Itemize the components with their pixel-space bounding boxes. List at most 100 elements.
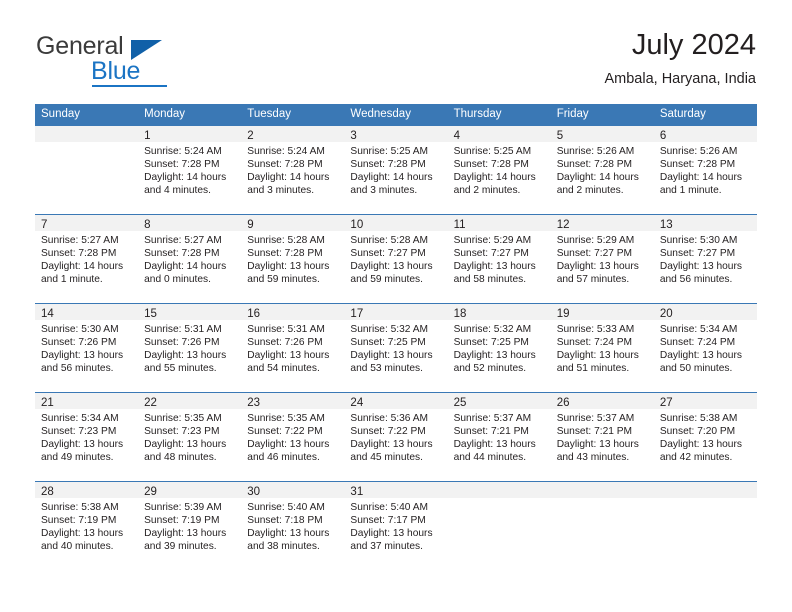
daylight-text-line1: Daylight: 14 hours — [453, 171, 536, 183]
day-cell[interactable]: 7 Sunrise: 5:27 AM Sunset: 7:28 PM Dayli… — [35, 215, 139, 303]
sunrise-text: Sunrise: 5:32 AM — [453, 324, 532, 335]
daylight-text-line2: and 3 minutes. — [247, 184, 315, 196]
daylight-text-line1: Daylight: 13 hours — [41, 349, 124, 361]
day-cell[interactable]: 30 Sunrise: 5:40 AM Sunset: 7:18 PM Dayl… — [241, 482, 345, 570]
day-cell[interactable]: 26 Sunrise: 5:37 AM Sunset: 7:21 PM Dayl… — [550, 393, 654, 481]
daylight-text-line2: and 54 minutes. — [247, 362, 320, 374]
day-cell[interactable]: 13 Sunrise: 5:30 AM Sunset: 7:27 PM Dayl… — [653, 215, 757, 303]
daylight-text-line2: and 43 minutes. — [556, 451, 630, 463]
day-cell[interactable]: 20 Sunrise: 5:34 AM Sunset: 7:24 PM Dayl… — [653, 304, 757, 392]
day-number-band: 10 — [344, 215, 448, 231]
day-number-band — [653, 482, 757, 498]
day-cell[interactable]: 23 Sunrise: 5:35 AM Sunset: 7:22 PM Dayl… — [241, 393, 345, 481]
daylight-text-line1: Daylight: 13 hours — [556, 260, 639, 272]
day-number: 14 — [41, 308, 54, 320]
day-details: Sunrise: 5:28 AM Sunset: 7:28 PM Dayligh… — [241, 231, 344, 287]
sunrise-text: Sunrise: 5:37 AM — [453, 413, 532, 424]
logo-text-blue: Blue — [91, 57, 141, 85]
day-details: Sunrise: 5:25 AM Sunset: 7:28 PM Dayligh… — [448, 142, 551, 198]
daylight-text-line2: and 2 minutes. — [453, 184, 521, 196]
day-number: 16 — [247, 308, 261, 320]
day-cell[interactable]: 12 Sunrise: 5:29 AM Sunset: 7:27 PM Dayl… — [550, 215, 654, 303]
daylight-text-line2: and 59 minutes. — [247, 273, 320, 285]
day-cell[interactable]: 5 Sunrise: 5:26 AM Sunset: 7:28 PM Dayli… — [550, 126, 654, 214]
daylight-text-line1: Daylight: 13 hours — [247, 527, 330, 539]
day-details: Sunrise: 5:35 AM Sunset: 7:23 PM Dayligh… — [138, 409, 241, 465]
sunrise-text: Sunrise: 5:25 AM — [350, 146, 429, 157]
day-cell[interactable]: 21 Sunrise: 5:34 AM Sunset: 7:23 PM Dayl… — [35, 393, 139, 481]
daylight-text-line2: and 53 minutes. — [350, 362, 423, 374]
day-cell[interactable]: 14 Sunrise: 5:30 AM Sunset: 7:26 PM Dayl… — [35, 304, 139, 392]
week-row: 1 Sunrise: 5:24 AM Sunset: 7:28 PM Dayli… — [35, 125, 757, 214]
page-header: General Blue July 2024 Ambala, Haryana, … — [0, 0, 792, 103]
day-cell[interactable]: 22 Sunrise: 5:35 AM Sunset: 7:23 PM Dayl… — [138, 393, 242, 481]
day-details: Sunrise: 5:40 AM Sunset: 7:17 PM Dayligh… — [344, 498, 447, 554]
sunrise-text: Sunrise: 5:26 AM — [659, 146, 738, 157]
day-cell[interactable]: 25 Sunrise: 5:37 AM Sunset: 7:21 PM Dayl… — [447, 393, 551, 481]
day-cell[interactable]: 16 Sunrise: 5:31 AM Sunset: 7:26 PM Dayl… — [241, 304, 345, 392]
day-number-band: 22 — [138, 393, 242, 409]
day-cell[interactable]: 18 Sunrise: 5:32 AM Sunset: 7:25 PM Dayl… — [447, 304, 551, 392]
day-number: 30 — [247, 486, 261, 498]
day-cell[interactable]: 27 Sunrise: 5:38 AM Sunset: 7:20 PM Dayl… — [653, 393, 757, 481]
daylight-text-line1: Daylight: 13 hours — [453, 349, 536, 361]
day-number-band: 9 — [241, 215, 345, 231]
title-block: July 2024 Ambala, Haryana, India — [604, 28, 756, 88]
day-cell[interactable]: 1 Sunrise: 5:24 AM Sunset: 7:28 PM Dayli… — [138, 126, 242, 214]
day-cell[interactable]: 19 Sunrise: 5:33 AM Sunset: 7:24 PM Dayl… — [550, 304, 654, 392]
page-title: July 2024 — [631, 29, 756, 61]
day-cell[interactable]: 4 Sunrise: 5:25 AM Sunset: 7:28 PM Dayli… — [447, 126, 551, 214]
day-number-band: 31 — [344, 482, 448, 498]
day-cell[interactable]: 6 Sunrise: 5:26 AM Sunset: 7:28 PM Dayli… — [653, 126, 757, 214]
sunset-text: Sunset: 7:25 PM — [350, 336, 426, 348]
day-cell[interactable]: 17 Sunrise: 5:32 AM Sunset: 7:25 PM Dayl… — [344, 304, 448, 392]
day-number-band: 20 — [653, 304, 757, 320]
daylight-text-line1: Daylight: 13 hours — [350, 438, 433, 450]
day-details: Sunrise: 5:33 AM Sunset: 7:24 PM Dayligh… — [551, 320, 654, 376]
daylight-text-line1: Daylight: 13 hours — [144, 349, 227, 361]
daylight-text-line1: Daylight: 14 hours — [247, 171, 330, 183]
daylight-text-line2: and 56 minutes. — [659, 273, 733, 285]
daylight-text-line2: and 37 minutes. — [350, 540, 423, 552]
day-number: 8 — [144, 219, 151, 231]
day-number-band: 24 — [344, 393, 448, 409]
day-number-band: 18 — [447, 304, 551, 320]
day-details: Sunrise: 5:37 AM Sunset: 7:21 PM Dayligh… — [551, 409, 654, 465]
day-cell[interactable]: 24 Sunrise: 5:36 AM Sunset: 7:22 PM Dayl… — [344, 393, 448, 481]
sunrise-text: Sunrise: 5:32 AM — [350, 324, 429, 335]
day-cell[interactable]: 10 Sunrise: 5:28 AM Sunset: 7:27 PM Dayl… — [344, 215, 448, 303]
day-number-band — [447, 482, 551, 498]
day-cell[interactable]: 2 Sunrise: 5:24 AM Sunset: 7:28 PM Dayli… — [241, 126, 345, 214]
daylight-text-line1: Daylight: 13 hours — [350, 527, 433, 539]
day-cell[interactable]: 3 Sunrise: 5:25 AM Sunset: 7:28 PM Dayli… — [344, 126, 448, 214]
calendar-page: General Blue July 2024 Ambala, Haryana, … — [0, 0, 792, 612]
day-cell[interactable]: 8 Sunrise: 5:27 AM Sunset: 7:28 PM Dayli… — [138, 215, 242, 303]
day-cell[interactable]: 29 Sunrise: 5:39 AM Sunset: 7:19 PM Dayl… — [138, 482, 242, 570]
day-cell[interactable] — [550, 482, 654, 570]
daylight-text-line2: and 38 minutes. — [247, 540, 320, 552]
daylight-text-line2: and 46 minutes. — [247, 451, 320, 463]
sunset-text: Sunset: 7:24 PM — [556, 336, 633, 348]
day-cell[interactable]: 11 Sunrise: 5:29 AM Sunset: 7:27 PM Dayl… — [447, 215, 551, 303]
weekday-saturday: Saturday — [659, 108, 706, 120]
day-cell[interactable]: 28 Sunrise: 5:38 AM Sunset: 7:19 PM Dayl… — [35, 482, 139, 570]
day-cell[interactable] — [447, 482, 551, 570]
day-details: Sunrise: 5:34 AM Sunset: 7:23 PM Dayligh… — [35, 409, 138, 465]
daylight-text-line1: Daylight: 13 hours — [659, 260, 742, 272]
daylight-text-line2: and 3 minutes. — [350, 184, 418, 196]
sunset-text: Sunset: 7:22 PM — [350, 425, 426, 437]
daylight-text-line1: Daylight: 13 hours — [41, 438, 124, 450]
calendar-grid: Sunday Monday Tuesday Wednesday Thursday… — [35, 104, 757, 570]
day-cell[interactable]: 15 Sunrise: 5:31 AM Sunset: 7:26 PM Dayl… — [138, 304, 242, 392]
daylight-text-line1: Daylight: 14 hours — [659, 171, 742, 183]
day-number-band: 26 — [550, 393, 654, 409]
day-cell[interactable]: 31 Sunrise: 5:40 AM Sunset: 7:17 PM Dayl… — [344, 482, 448, 570]
day-number-band: 7 — [35, 215, 139, 231]
day-cell[interactable] — [653, 482, 757, 570]
day-cell[interactable]: 9 Sunrise: 5:28 AM Sunset: 7:28 PM Dayli… — [241, 215, 345, 303]
sunset-text: Sunset: 7:21 PM — [556, 425, 633, 437]
day-number-band: 25 — [447, 393, 551, 409]
day-cell[interactable] — [35, 126, 139, 214]
day-number-band: 5 — [550, 126, 654, 142]
day-details: Sunrise: 5:32 AM Sunset: 7:25 PM Dayligh… — [344, 320, 447, 376]
